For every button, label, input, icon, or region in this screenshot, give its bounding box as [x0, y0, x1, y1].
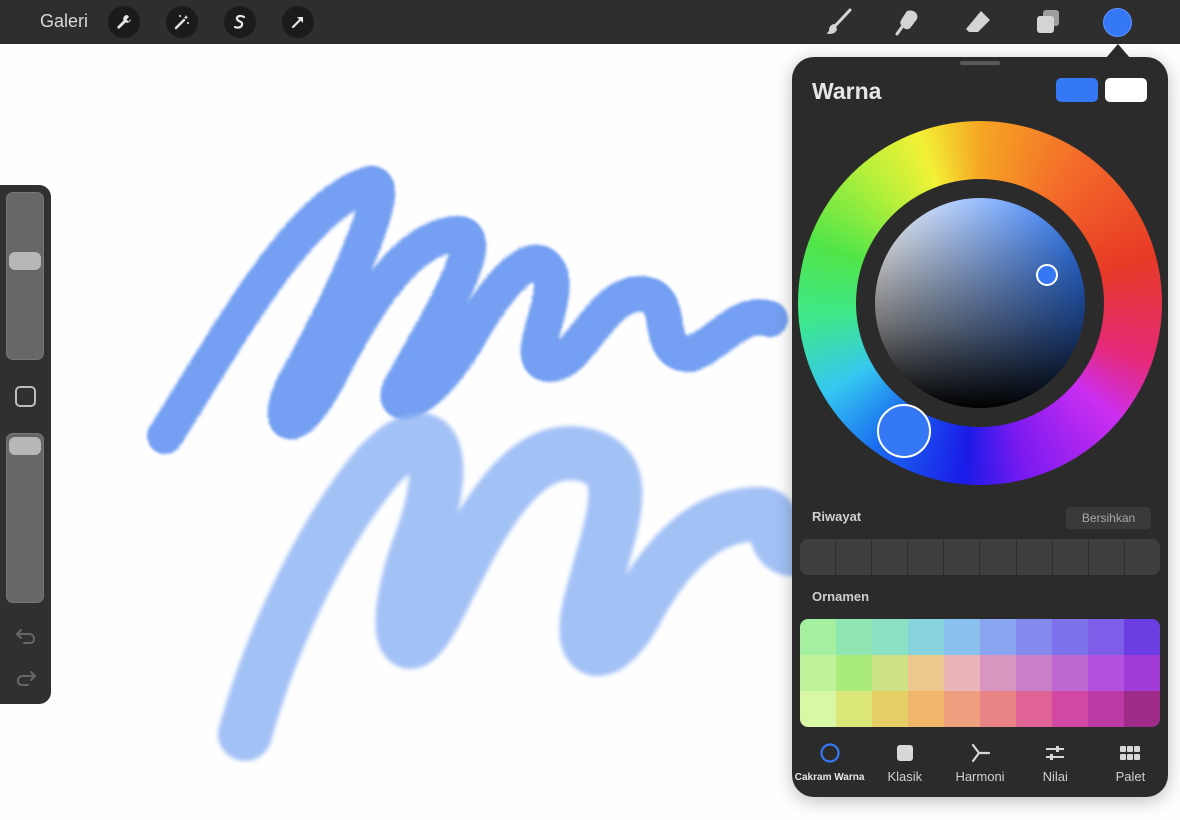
panel-title: Warna [812, 78, 882, 104]
saturation-brightness-disc[interactable] [875, 198, 1085, 408]
palette-swatch[interactable] [1124, 691, 1160, 727]
opacity-thumb[interactable] [9, 437, 41, 455]
palette-swatch[interactable] [980, 691, 1016, 727]
palette-swatch[interactable] [872, 619, 908, 655]
history-slot[interactable] [872, 539, 909, 575]
tab-harmony[interactable]: Harmoni [942, 739, 1017, 797]
modify-button[interactable] [15, 386, 36, 407]
brush-size-thumb[interactable] [9, 252, 41, 270]
opacity-slider[interactable] [6, 433, 44, 603]
clear-history-button[interactable]: Bersihkan [1066, 507, 1151, 529]
palette-label: Ornamen [812, 589, 870, 604]
wrench-icon[interactable] [108, 6, 140, 38]
palette-swatch[interactable] [1016, 655, 1052, 691]
palette-swatch[interactable] [908, 691, 944, 727]
palette-swatch[interactable] [800, 655, 836, 691]
tab-color-disc[interactable]: Cakram Warna [792, 739, 867, 797]
selection-s-icon[interactable] [224, 6, 256, 38]
palette-swatch[interactable] [908, 619, 944, 655]
primary-color-swatch[interactable] [1056, 78, 1098, 102]
palette-swatch[interactable] [800, 691, 836, 727]
palette-swatch[interactable] [1124, 619, 1160, 655]
saturation-handle[interactable] [1036, 264, 1058, 286]
history-slot[interactable] [908, 539, 945, 575]
palette-swatch[interactable] [944, 691, 980, 727]
smudge-icon[interactable] [892, 6, 924, 38]
panel-pointer [1106, 44, 1130, 58]
arrow-transform-icon[interactable] [282, 6, 314, 38]
tab-label: Cakram Warna [794, 772, 865, 783]
tab-value[interactable]: Nilai [1018, 739, 1093, 797]
history-slot[interactable] [1053, 539, 1089, 575]
palette-swatch[interactable] [1088, 691, 1124, 727]
hue-handle[interactable] [877, 404, 931, 458]
palette-swatch[interactable] [944, 619, 980, 655]
sliders-icon [1044, 742, 1066, 764]
history-slot[interactable] [1017, 539, 1053, 575]
history-slot[interactable] [800, 539, 837, 575]
brush-size-slider[interactable] [6, 192, 44, 360]
panel-grabber[interactable] [960, 61, 1000, 65]
magic-wand-icon[interactable] [166, 6, 198, 38]
history-slot[interactable] [980, 539, 1017, 575]
palette-swatch[interactable] [980, 619, 1016, 655]
procreate-app: Galeri Warna Riwayat Bersihkan Ornamen C… [0, 0, 1180, 820]
tab-label: Klasik [887, 769, 923, 784]
palette-swatch[interactable] [1124, 655, 1160, 691]
palette-swatch[interactable] [980, 655, 1016, 691]
eraser-icon[interactable] [962, 6, 994, 38]
square-icon [894, 742, 916, 764]
palette-swatch[interactable] [800, 619, 836, 655]
harmony-icon [969, 742, 991, 764]
palette-swatch[interactable] [1088, 619, 1124, 655]
redo-icon[interactable] [14, 667, 38, 687]
tab-palette[interactable]: Palet [1093, 739, 1168, 797]
color-panel: Warna Riwayat Bersihkan Ornamen Cakram W… [792, 57, 1168, 797]
tab-label: Nilai [1042, 769, 1068, 784]
left-sidebar [0, 185, 51, 704]
circle-icon [819, 742, 841, 764]
palette-swatch[interactable] [836, 655, 872, 691]
palette-swatch[interactable] [1016, 619, 1052, 655]
palette-swatch[interactable] [836, 619, 872, 655]
history-swatches [800, 539, 1160, 575]
lower-stroke [218, 412, 817, 761]
secondary-color-swatch[interactable] [1105, 78, 1147, 102]
layers-icon[interactable] [1032, 6, 1064, 38]
palette-swatch[interactable] [836, 691, 872, 727]
history-slot[interactable] [944, 539, 981, 575]
tab-label: Harmoni [955, 769, 1005, 784]
palette-swatch[interactable] [1052, 619, 1088, 655]
history-label: Riwayat [812, 509, 862, 524]
palette-swatch[interactable] [944, 655, 980, 691]
tab-classic[interactable]: Klasik [867, 739, 942, 797]
tab-label: Palet [1115, 769, 1146, 784]
history-slot[interactable] [1089, 539, 1125, 575]
grid-icon [1119, 742, 1141, 764]
history-slot[interactable] [836, 539, 873, 575]
undo-icon[interactable] [14, 625, 38, 645]
history-slot[interactable] [1125, 539, 1160, 575]
palette-swatch[interactable] [1052, 691, 1088, 727]
color-disc [798, 121, 1162, 485]
palette-swatch[interactable] [908, 655, 944, 691]
palette-swatch[interactable] [1052, 655, 1088, 691]
palette-swatch[interactable] [872, 691, 908, 727]
top-toolbar: Galeri [0, 0, 1180, 44]
palette-swatch[interactable] [1016, 691, 1052, 727]
upper-stroke [147, 166, 788, 454]
palette-grid [800, 619, 1160, 727]
color-button[interactable] [1103, 8, 1132, 37]
brush-icon[interactable] [822, 6, 854, 38]
palette-swatch[interactable] [1088, 655, 1124, 691]
palette-swatch[interactable] [872, 655, 908, 691]
gallery-button[interactable]: Galeri [40, 11, 88, 32]
color-mode-tabs: Cakram Warna Klasik Harmoni Nilai Palet [792, 739, 1168, 797]
